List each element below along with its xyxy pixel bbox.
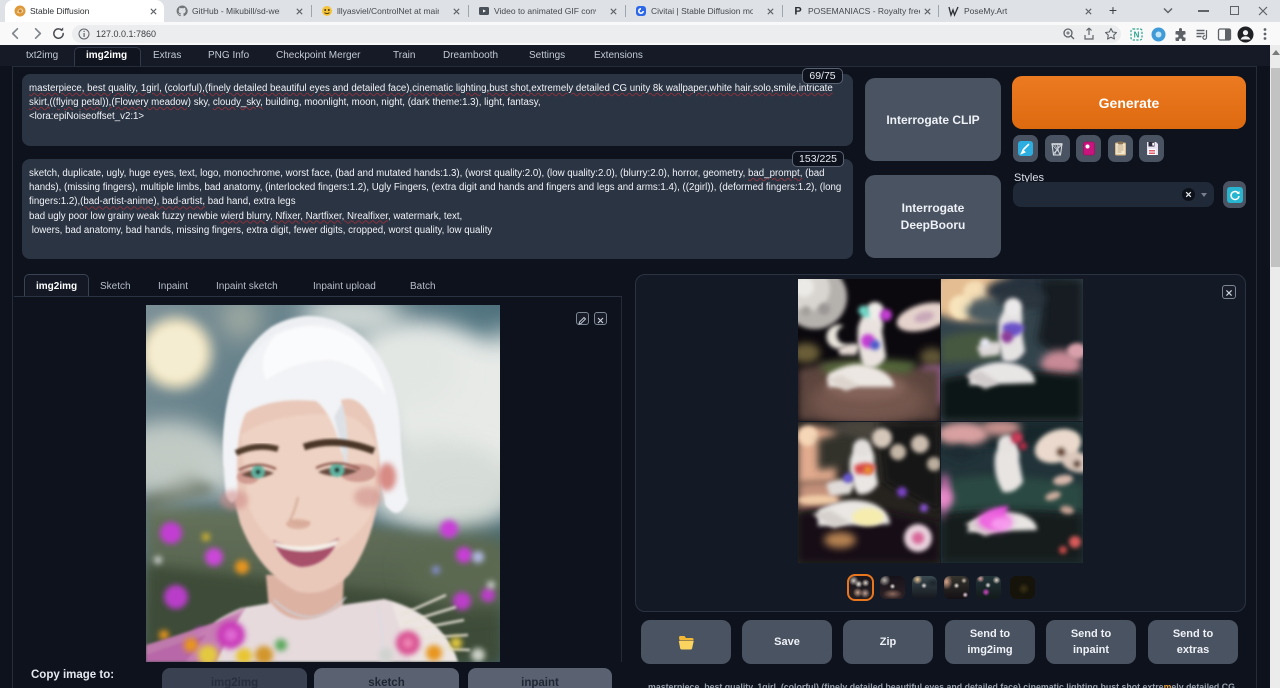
svg-text:N: N <box>1134 31 1140 40</box>
svg-text:P: P <box>794 6 801 17</box>
